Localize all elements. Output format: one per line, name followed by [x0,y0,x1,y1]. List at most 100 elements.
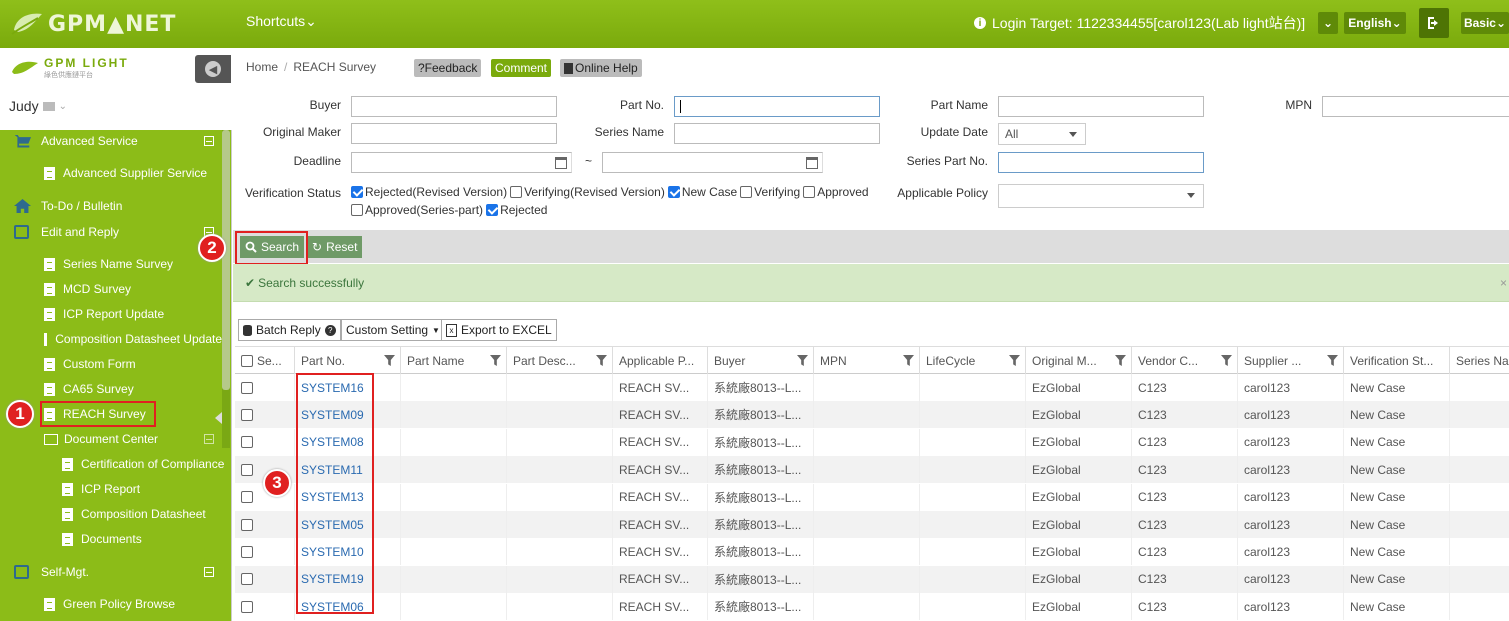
filter-icon[interactable] [1221,355,1232,366]
sidebar-item-icp-report-update[interactable]: ICP Report Update [44,303,164,325]
row-checkbox[interactable] [241,408,253,421]
sidebar-scrollbar-thumb[interactable] [222,130,230,390]
filter-icon[interactable] [1009,355,1020,366]
sidebar-item-mcd-survey[interactable]: MCD Survey [44,278,131,300]
status-approved[interactable]: Approved [803,185,869,199]
filter-icon[interactable] [903,355,914,366]
status-new-case[interactable]: New Case [667,185,737,199]
column-header-supplier[interactable]: Supplier ... [1238,347,1344,374]
collapse-self-mgt-icon[interactable] [204,567,214,577]
sidebar-collapse-button[interactable]: ◀ [195,55,231,83]
applicable-policy-select[interactable] [998,184,1204,208]
filter-icon[interactable] [490,355,501,366]
gpmnet-logo[interactable]: GPM▲NET [10,8,176,40]
language-select[interactable]: English ⌄ [1344,12,1406,34]
calendar-icon[interactable] [806,157,818,169]
sidebar-item-todo-bulletin[interactable]: To-Do / Bulletin [14,195,122,217]
column-header-verification-status[interactable]: Verification St... [1344,347,1450,374]
collapse-advanced-service-icon[interactable] [204,136,214,146]
custom-setting-dropdown[interactable]: Custom Setting ▼ [341,319,445,341]
column-header-original-maker[interactable]: Original M... [1026,347,1132,374]
checkbox-checked[interactable] [486,204,499,216]
filter-icon[interactable] [1115,355,1126,366]
sidebar-item-certification-of-compliance[interactable]: Certification of Compliance [62,453,224,475]
basic-menu[interactable]: Basic ⌄ [1461,12,1509,34]
table-row[interactable]: SYSTEM10 REACH SV... 系統廠8013--L... EzGlobal… [235,538,1509,566]
column-header-part-desc[interactable]: Part Desc... [507,347,613,374]
table-row[interactable]: SYSTEM08 REACH SV... 系統廠8013--L... EzGlobal… [235,428,1509,456]
sidebar-item-advanced-service[interactable]: Advanced Service [14,130,138,152]
sidebar-item-green-policy-browse[interactable]: Green Policy Browse [44,593,175,615]
shortcuts-menu[interactable]: Shortcuts⌄ [246,13,317,30]
column-header-applicable-policy[interactable]: Applicable P... [613,347,708,374]
filter-icon[interactable] [797,355,808,366]
row-checkbox[interactable] [241,600,253,613]
row-checkbox[interactable] [241,491,253,504]
sidebar-item-ca65-survey[interactable]: CA65 Survey [44,378,134,400]
sidebar-item-edit-and-reply[interactable]: Edit and Reply [14,221,119,243]
series-name-input[interactable] [674,123,880,144]
status-verifying[interactable]: Verifying [740,185,800,199]
filter-icon[interactable] [596,355,607,366]
status-verifying-revised[interactable]: Verifying(Revised Version) [510,185,665,199]
breadcrumb-home[interactable]: Home [246,60,278,74]
status-rejected-revised[interactable]: Rejected(Revised Version) [351,185,507,199]
sidebar-item-composition-datasheet[interactable]: Composition Datasheet [62,503,206,525]
sidebar-item-documents[interactable]: Documents [62,528,142,550]
column-header-vendor-code[interactable]: Vendor C... [1132,347,1238,374]
row-checkbox[interactable] [241,436,253,449]
part-no-input[interactable] [674,96,880,117]
sidebar-item-self-mgt[interactable]: Self-Mgt. [14,561,89,583]
status-approved-series-part[interactable]: Approved(Series-part) [351,203,483,217]
deadline-start-input[interactable] [351,152,572,173]
checkbox-checked[interactable] [667,186,680,198]
login-target-dropdown[interactable]: ⌄ [1318,12,1338,34]
comment-button[interactable]: Comment [491,59,552,77]
series-part-no-input[interactable] [998,152,1204,173]
online-help-button[interactable]: Online Help [560,59,642,77]
column-header-part-no[interactable]: Part No. [295,347,401,374]
close-icon[interactable]: × [1500,276,1507,290]
user-menu[interactable]: Judy ⌄ [9,98,67,114]
collapse-document-center-icon[interactable] [204,434,214,444]
table-row[interactable]: SYSTEM05 REACH SV... 系統廠8013--L... EzGlobal… [235,511,1509,538]
calendar-icon[interactable] [555,157,567,169]
select-all-checkbox[interactable] [241,354,253,367]
row-checkbox[interactable] [241,573,253,586]
filter-icon[interactable] [384,355,395,366]
row-checkbox[interactable] [241,545,253,558]
column-header-series-name[interactable]: Series Na [1450,347,1509,374]
column-header-select[interactable]: Se... [235,347,295,374]
column-header-buyer[interactable]: Buyer [708,347,814,374]
sidebar-item-advanced-supplier-service[interactable]: Advanced Supplier Service [44,162,207,184]
sidebar-item-composition-datasheet-update[interactable]: Composition Datasheet Update [44,328,222,350]
table-row[interactable]: SYSTEM06 REACH SV... 系統廠8013--L... EzGlobal… [235,593,1509,621]
sidebar-item-custom-form[interactable]: Custom Form [44,353,136,375]
logout-button[interactable] [1419,8,1449,38]
reset-button[interactable]: ↻ Reset [307,236,363,258]
table-row[interactable]: SYSTEM16 REACH SV... 系統廠8013--L... EzGlobal… [235,374,1509,401]
column-header-lifecycle[interactable]: LifeCycle [920,347,1026,374]
checkbox-unchecked[interactable] [803,186,816,198]
row-checkbox[interactable] [241,518,253,531]
update-date-select[interactable]: All [998,123,1086,145]
table-row[interactable]: SYSTEM09 REACH SV... 系統廠8013--L... EzGlobal… [235,401,1509,429]
part-name-input[interactable] [998,96,1204,117]
batch-reply-button[interactable]: Batch Reply ? [238,319,341,341]
column-header-part-name[interactable]: Part Name [401,347,507,374]
table-row[interactable]: SYSTEM11 REACH SV... 系統廠8013--L... EzGlobal… [235,456,1509,484]
buyer-input[interactable] [351,96,557,117]
mpn-input[interactable] [1322,96,1509,117]
status-rejected[interactable]: Rejected [486,203,547,217]
row-checkbox[interactable] [241,381,253,394]
sidebar-item-icp-report[interactable]: ICP Report [62,478,140,500]
deadline-end-input[interactable] [602,152,823,173]
column-header-mpn[interactable]: MPN [814,347,920,374]
table-row[interactable]: SYSTEM19 REACH SV... 系統廠8013--L... EzGlobal… [235,565,1509,593]
checkbox-unchecked[interactable] [740,186,753,198]
row-checkbox[interactable] [241,463,253,476]
sidebar-item-series-name-survey[interactable]: Series Name Survey [44,253,173,275]
checkbox-unchecked[interactable] [510,186,523,198]
checkbox-checked[interactable] [351,186,363,198]
filter-icon[interactable] [1327,355,1338,366]
